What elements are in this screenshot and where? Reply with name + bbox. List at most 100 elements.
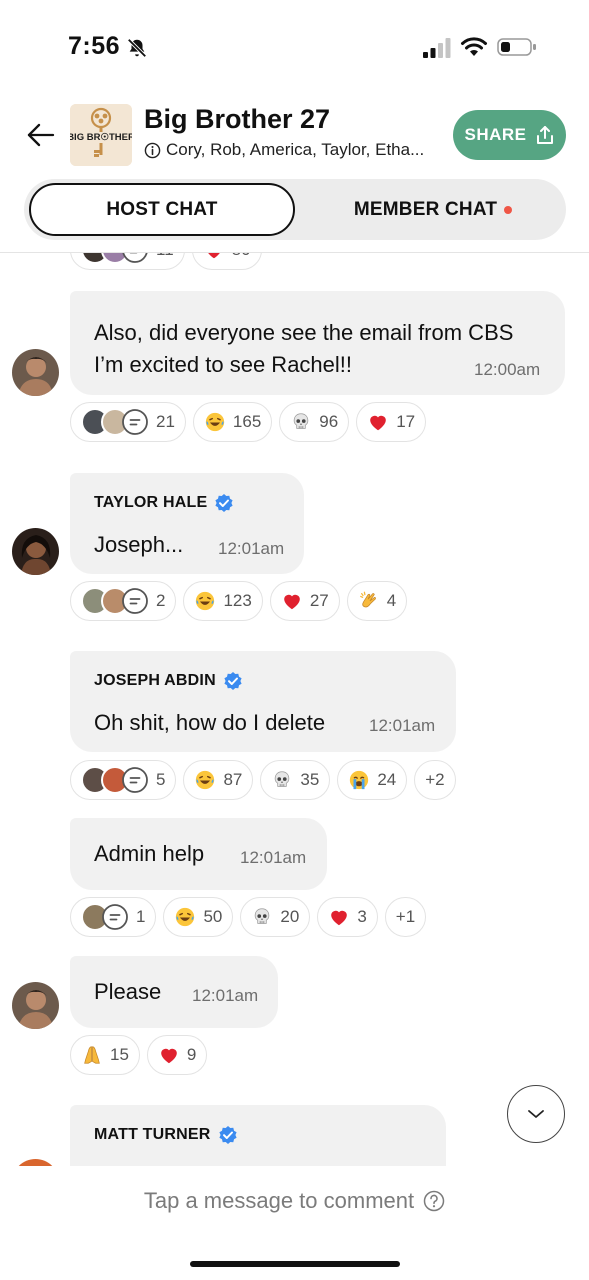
tab-member-label: MEMBER CHAT [353, 198, 498, 220]
heart-icon [158, 1044, 180, 1066]
sender-name-row[interactable]: TAYLOR HALE [94, 493, 234, 513]
message-time: 12:01am [369, 716, 436, 735]
reaction-row: 5 87 35 24 +2 [70, 760, 456, 800]
message-time: 12:01am [218, 539, 285, 558]
heart-reaction[interactable]: 27 [269, 581, 340, 621]
scroll-to-bottom-button[interactable] [507, 1085, 565, 1143]
message-feed[interactable]: 11 80 Also, did everyone see the email f… [0, 253, 589, 1166]
share-button[interactable]: SHARE [453, 110, 566, 160]
comments-pill[interactable]: 11 [70, 253, 185, 270]
comments-pill[interactable]: 21 [70, 402, 186, 442]
message-bubble[interactable]: Also, did everyone see the email from CB… [70, 291, 565, 395]
laugh-reaction[interactable]: 123 [183, 581, 263, 621]
laugh-count: 123 [223, 591, 252, 610]
big-brother-logo: BIG BR☉THER [70, 104, 132, 166]
laugh-reaction[interactable]: 50 [163, 897, 234, 937]
skull-reaction[interactable]: 96 [279, 402, 350, 442]
laugh-reaction[interactable]: 165 [192, 402, 273, 442]
comment-count: 11 [156, 253, 174, 260]
more-reactions-pill[interactable]: +1 [384, 897, 427, 937]
reaction-row: 21 165 96 17 [70, 402, 427, 442]
more-reactions-count: +1 [395, 907, 416, 926]
wifi-icon [461, 37, 487, 56]
message-bubble[interactable]: Admin help 12:01am [70, 818, 327, 890]
comment-count: 2 [156, 591, 166, 610]
question-circle-icon[interactable] [423, 1190, 445, 1212]
message-text: Joseph... [94, 532, 184, 557]
comment-bubble-icon [121, 587, 149, 615]
share-label: SHARE [464, 125, 527, 144]
avatar[interactable] [12, 1159, 59, 1166]
avatar[interactable] [12, 349, 59, 396]
message-time: 12:00am [474, 360, 541, 379]
status-time: 7:56 [68, 32, 121, 60]
more-reactions-count: +2 [425, 770, 445, 789]
sender-name-row[interactable]: MATT TURNER [94, 1125, 238, 1145]
chat-members-row[interactable]: Cory, Rob, America, Taylor, Etha... [144, 140, 424, 160]
message-time: 12:01am [240, 848, 307, 867]
laugh-reaction[interactable]: 87 [183, 760, 254, 800]
comment-prompt[interactable]: Tap a message to comment [0, 1166, 589, 1236]
battery-icon [497, 38, 536, 56]
comment-bubble-icon [101, 903, 129, 931]
reaction-row: 11 80 [70, 253, 262, 270]
heart-reaction[interactable]: 3 [317, 897, 378, 937]
comments-pill[interactable]: 2 [70, 581, 177, 621]
heart-icon [203, 253, 225, 261]
verified-badge-icon [218, 1125, 238, 1145]
skull-reaction[interactable]: 35 [260, 760, 331, 800]
chevron-down-icon [528, 1110, 544, 1118]
avatar[interactable] [12, 528, 59, 575]
heart-count: 3 [357, 907, 367, 926]
message-bubble[interactable]: MATT TURNER [70, 1105, 446, 1166]
pray-reaction[interactable]: 15 [70, 1035, 140, 1075]
back-arrow-icon[interactable] [26, 120, 56, 150]
home-indicator [190, 1261, 400, 1267]
laughing-emoji-icon [194, 769, 216, 791]
signal-icon [423, 38, 451, 58]
share-upload-icon [536, 126, 553, 144]
laughing-emoji-icon [174, 906, 196, 928]
group-logo[interactable]: BIG BR☉THER [70, 104, 132, 166]
avatar-photo [12, 982, 59, 1029]
skull-reaction[interactable]: 20 [240, 897, 311, 937]
avatar[interactable] [12, 982, 59, 1029]
skull-count: 35 [300, 770, 320, 789]
clap-reaction[interactable]: 4 [346, 581, 408, 621]
chat-members: Cory, Rob, America, Taylor, Etha... [166, 140, 425, 159]
laugh-count: 50 [203, 907, 223, 926]
message-time: 12:01am [192, 986, 259, 1005]
crying-reaction[interactable]: 24 [337, 760, 408, 800]
message-bubble[interactable]: Please 12:01am [70, 956, 278, 1028]
message-text: Admin help [94, 841, 205, 866]
skull-count: 20 [280, 907, 300, 926]
heart-count: 80 [232, 253, 251, 260]
heart-icon [281, 590, 303, 612]
heart-reaction[interactable]: 17 [356, 402, 427, 442]
tab-member-chat[interactable]: MEMBER CHAT [304, 183, 562, 236]
cry-count: 24 [377, 770, 397, 789]
unread-dot [504, 205, 513, 214]
laugh-count: 87 [223, 770, 243, 789]
heart-count: 17 [396, 412, 416, 431]
heart-reaction[interactable]: 9 [146, 1035, 208, 1075]
message-text: Oh shit, how do I delete [94, 710, 326, 735]
more-reactions-pill[interactable]: +2 [414, 760, 456, 800]
tab-host-chat[interactable]: HOST CHAT [29, 183, 295, 236]
sender-name-row[interactable]: JOSEPH ABDIN [94, 671, 243, 691]
message-bubble[interactable]: JOSEPH ABDIN Oh shit, how do I delete 12… [70, 651, 456, 752]
chat-title: Big Brother 27 [144, 104, 331, 134]
reaction-row: 1 50 20 3 +1 [70, 897, 427, 937]
comment-bubble-icon [121, 766, 149, 794]
message-bubble[interactable]: TAYLOR HALE Joseph... 12:01am [70, 473, 304, 574]
comments-pill[interactable]: 1 [70, 897, 157, 937]
comment-bubble-icon [121, 253, 149, 264]
verified-badge-icon [214, 493, 234, 513]
comments-pill[interactable]: 5 [70, 760, 177, 800]
reaction-row: 15 9 [70, 1035, 208, 1075]
laughing-emoji-icon [204, 411, 226, 433]
status-bar: 7:56 [0, 0, 589, 90]
laugh-count: 165 [232, 412, 262, 431]
heart-icon [367, 411, 389, 433]
heart-reaction[interactable]: 80 [191, 253, 262, 270]
